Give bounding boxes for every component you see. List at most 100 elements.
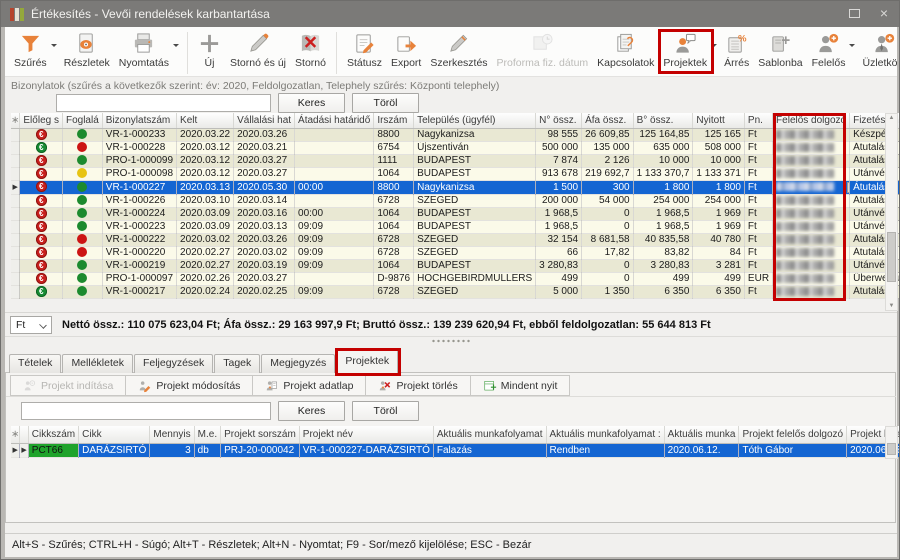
toolbar-button-uj[interactable]: Új [196,30,223,70]
cell-nyitott[interactable]: 10 000 [693,154,745,167]
cell-felelos[interactable] [773,128,850,141]
column-header-selector[interactable]: ∗ [11,113,20,128]
cell-atadasi[interactable] [295,128,374,141]
cell-nyitott[interactable]: 1 969 [693,207,745,220]
cell-felelos[interactable] [773,154,850,167]
table-row[interactable]: €VR-1-0002332020.03.222020.03.268800Nagy… [11,128,900,141]
cell-kelt[interactable]: 2020.02.24 [177,285,234,298]
cell-kelt[interactable]: 2020.02.27 [177,246,234,259]
cell-b_ossz[interactable]: 6 350 [633,285,693,298]
tab-tagek[interactable]: Tagek [214,354,260,373]
cell-felelos[interactable] [773,167,850,180]
cell-afa_ossz[interactable]: 0 [582,259,634,272]
cell-eloleg[interactable]: € [20,141,63,154]
cell-n_ossz[interactable]: 1 968,5 [536,207,582,220]
cell-foglalas[interactable] [62,154,102,167]
cell-bizonylatszam[interactable]: VR-1-000217 [102,285,176,298]
cell-n_ossz[interactable]: 200 000 [536,194,582,207]
cell-b_ossz[interactable]: 1 968,5 [633,207,693,220]
cell-n_ossz[interactable]: 5 000 [536,285,582,298]
cell-atadasi[interactable]: 09:09 [295,246,374,259]
table-row[interactable]: ▶€VR-1-0002272020.03.132020.05.3000:0088… [11,180,900,194]
cell-sorszam[interactable]: PRJ-20-000042 [221,443,300,457]
cell-proj_felelos[interactable]: Tóth Gábor [739,443,847,457]
cell-irszam[interactable]: 8800 [374,128,414,141]
cell-telepules[interactable]: BUDAPEST [414,167,536,180]
cell-eloleg[interactable]: € [20,220,63,233]
documents-search-input[interactable] [56,94,271,112]
column-header-munkafolyamat[interactable]: Aktuális munkafolyamat [433,426,546,443]
cell-nyitott[interactable]: 1 969 [693,220,745,233]
column-header-bizonylatszam[interactable]: Bizonylatszám [102,113,176,128]
cell-kelt[interactable]: 2020.03.09 [177,207,234,220]
cell-atadasi[interactable] [295,141,374,154]
cell-selector[interactable]: ▶ [11,443,20,457]
cell-foglalas[interactable] [62,141,102,154]
tab-projektek[interactable]: Projektek [336,349,398,374]
cell-vallalasi[interactable]: 2020.03.27 [234,272,295,285]
cell-vallalasi[interactable]: 2020.02.25 [234,285,295,298]
cell-eloleg[interactable]: € [20,259,63,272]
cell-kelt[interactable]: 2020.03.12 [177,167,234,180]
cell-nyitott[interactable]: 1 133 371 [693,167,745,180]
cell-kelt[interactable]: 2020.02.26 [177,272,234,285]
close-button[interactable]: × [875,4,893,22]
cell-irszam[interactable]: D-9876 [374,272,414,285]
cell-nyitott[interactable]: 40 780 [693,233,745,246]
cell-irszam[interactable]: 6728 [374,285,414,298]
cell-n_ossz[interactable]: 1 500 [536,180,582,194]
cell-munkafolyamat[interactable]: Falazás [433,443,546,457]
cell-eloleg[interactable]: € [20,154,63,167]
cell-n_ossz[interactable]: 499 [536,272,582,285]
cell-nyitott[interactable]: 508 000 [693,141,745,154]
column-header-selector[interactable]: ∗ [11,426,20,443]
cell-eloleg[interactable]: € [20,128,63,141]
cell-telepules[interactable]: Újszentiván [414,141,536,154]
cell-selector[interactable] [11,220,20,233]
column-header-foglalas[interactable]: Foglalá [62,113,102,128]
cell-selector[interactable] [11,141,20,154]
cell-foglalas[interactable] [62,194,102,207]
column-header-b_ossz[interactable]: B° össz. [633,113,693,128]
cell-atadasi[interactable]: 09:09 [295,285,374,298]
cell-foglalas[interactable] [62,128,102,141]
cell-irszam[interactable]: 8800 [374,180,414,194]
cell-kelt[interactable]: 2020.03.13 [177,180,234,194]
toolbar-button-projektek[interactable]: Projektek [661,30,717,70]
toolbar-button-sablonba[interactable]: Sablonba [756,30,804,70]
column-header-atadasi[interactable]: Átadási határidő [295,113,374,128]
cell-eloleg[interactable]: € [20,207,63,220]
column-header-n_ossz[interactable]: N° össz. [536,113,582,128]
cell-pn[interactable]: Ft [744,154,772,167]
cell-vallalasi[interactable]: 2020.03.26 [234,233,295,246]
projects-clear-button[interactable]: Töröl [352,401,419,421]
project-button-projekt-adatlap[interactable]: Projekt adatlap [252,375,366,396]
cell-nyitott[interactable]: 254 000 [693,194,745,207]
column-header-nev[interactable]: Projekt név [299,426,433,443]
cell-bizonylatszam[interactable]: VR-1-000226 [102,194,176,207]
column-header-me[interactable]: M.e. [194,426,220,443]
column-header-telepules[interactable]: Település (ügyfél) [414,113,536,128]
cell-felelos[interactable] [773,272,850,285]
column-header-munka_datum[interactable]: Aktuális munka [664,426,739,443]
cell-cikk[interactable]: DARÁZSIRTÓ [79,443,150,457]
cell-atadasi[interactable]: 09:09 [295,259,374,272]
cell-eloleg[interactable]: € [20,285,63,298]
cell-afa_ossz[interactable]: 2 126 [582,154,634,167]
table-row[interactable]: €VR-1-0002262020.03.102020.03.146728SZEG… [11,194,900,207]
column-header-felelos[interactable]: Felelős dolgozó [773,113,850,128]
table-row[interactable]: €PRO-1-0000982020.03.122020.03.271064BUD… [11,167,900,180]
cell-pn[interactable]: Ft [744,128,772,141]
cell-afa_ossz[interactable]: 219 692,7 [582,167,634,180]
scrollbar-thumb[interactable] [887,232,896,282]
cell-vallalasi[interactable]: 2020.05.30 [234,180,295,194]
cell-irszam[interactable]: 6754 [374,141,414,154]
column-header-mennyiseg[interactable]: Mennyis [150,426,194,443]
table-row[interactable]: €VR-1-0002222020.03.022020.03.2609:09672… [11,233,900,246]
column-header-nyitott[interactable]: Nyitott [693,113,745,128]
cell-felelos[interactable] [773,220,850,233]
cell-n_ossz[interactable]: 66 [536,246,582,259]
cell-felelos[interactable] [773,141,850,154]
cell-b_ossz[interactable]: 635 000 [633,141,693,154]
cell-afa_ossz[interactable]: 26 609,85 [582,128,634,141]
